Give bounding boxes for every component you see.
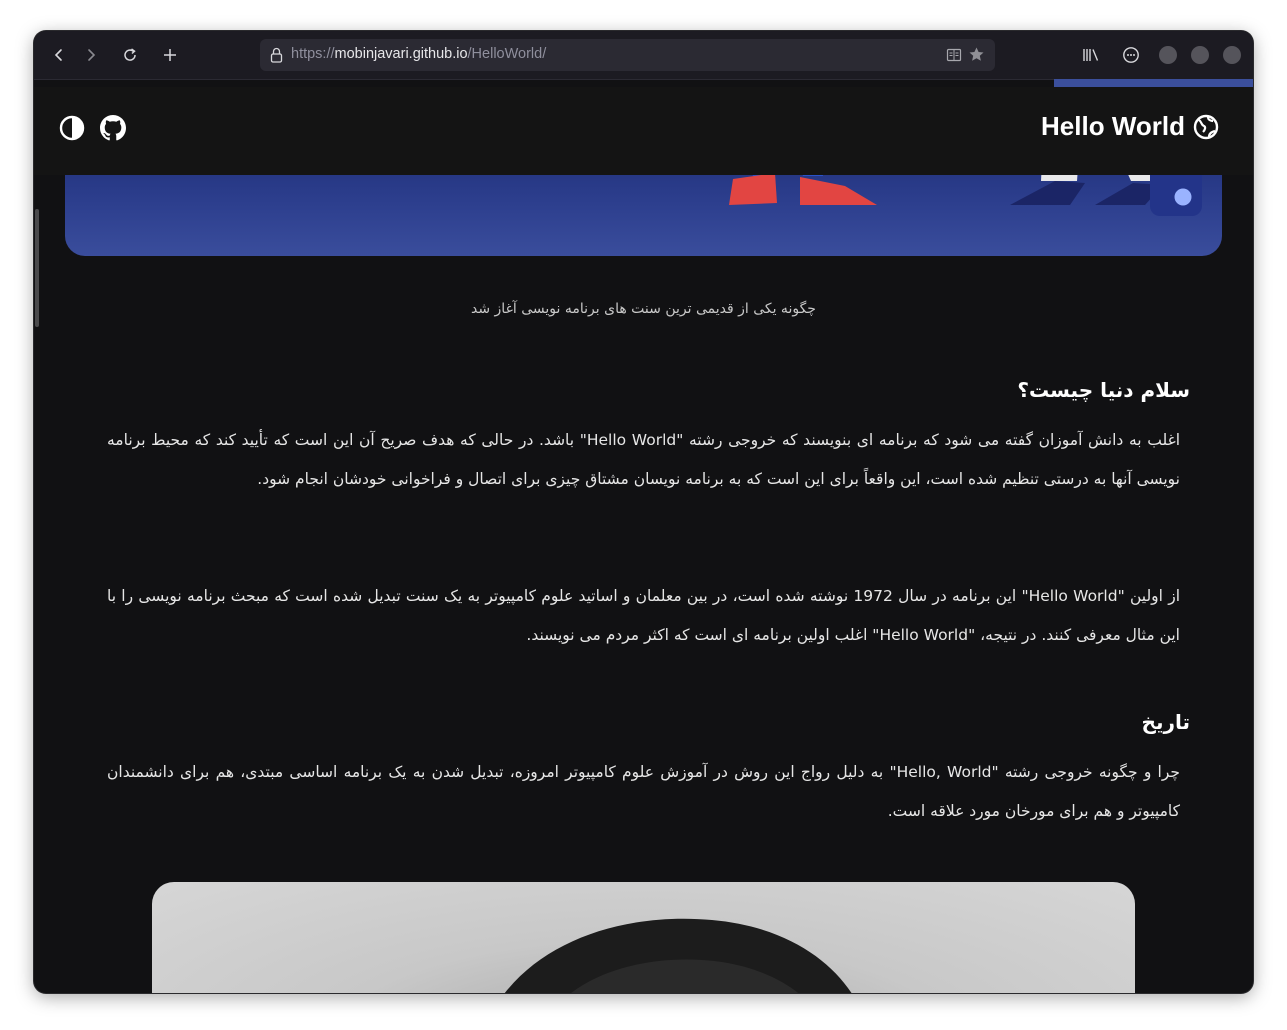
site-header: Hello World: [34, 87, 1253, 175]
page-scrollbar[interactable]: [35, 209, 39, 327]
historical-photo: [152, 882, 1135, 993]
url-path: /HelloWorld/: [467, 46, 547, 62]
reload-icon[interactable]: [118, 43, 142, 67]
header-accent-bar: [1054, 79, 1253, 87]
url-host: mobinjavari.github.io: [334, 46, 468, 62]
github-icon[interactable]: [100, 115, 126, 141]
plus-icon[interactable]: [158, 43, 182, 67]
site-title: Hello World: [1041, 111, 1185, 141]
back-arrow-icon[interactable]: [47, 43, 71, 67]
paragraph-intro: اغلب به دانش آموزان گفته می شود که برنام…: [107, 431, 1180, 488]
paragraph-why: چرا و چگونه خروجی رشته "Hello, World" به…: [107, 763, 1180, 820]
paragraph-history-1972: از اولین "Hello World" این برنامه در سال…: [107, 587, 1181, 644]
url-scheme: https://: [291, 46, 335, 62]
site-brand[interactable]: Hello World: [1041, 111, 1219, 142]
section-heading-history: تاریخ: [1141, 710, 1190, 734]
star-icon[interactable]: [968, 46, 985, 67]
browser-window: https://mobinjavari.github.io/HelloWorld…: [34, 31, 1253, 993]
library-icon[interactable]: [1079, 43, 1103, 67]
forward-arrow-icon[interactable]: [79, 43, 103, 67]
url-text[interactable]: https://mobinjavari.github.io/HelloWorld…: [291, 46, 546, 62]
hero-caption: چگونه یکی از قدیمی ترین سنت های برنامه ن…: [471, 301, 816, 317]
globe-icon: [1193, 114, 1219, 140]
section-heading-what-is: سلام دنیا چیست؟: [1017, 378, 1190, 402]
browser-toolbar: https://mobinjavari.github.io/HelloWorld…: [34, 31, 1253, 80]
contrast-icon[interactable]: [59, 115, 85, 141]
account-icon[interactable]: [1119, 43, 1143, 67]
minimize-button[interactable]: [1159, 46, 1177, 64]
url-bar[interactable]: https://mobinjavari.github.io/HelloWorld…: [260, 39, 995, 71]
maximize-button[interactable]: [1191, 46, 1209, 64]
close-button[interactable]: [1223, 46, 1241, 64]
reader-view-icon[interactable]: [946, 47, 962, 67]
lock-icon[interactable]: [270, 47, 283, 67]
